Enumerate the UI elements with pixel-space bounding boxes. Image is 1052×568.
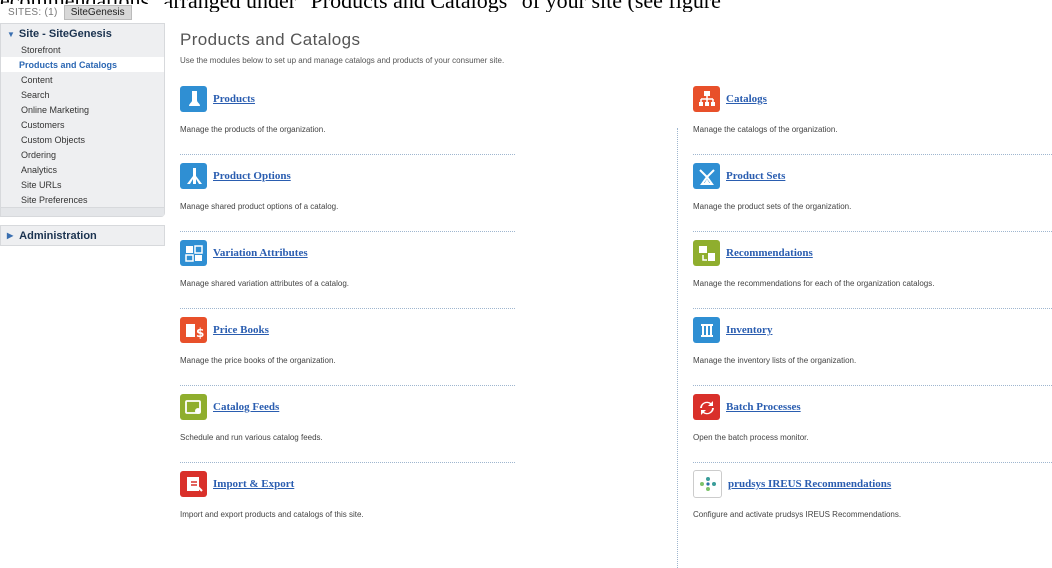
site-selector[interactable]: SiteGenesis: [63, 5, 132, 20]
module-separator: [180, 462, 515, 463]
module-product-sets: Product Sets Manage the product sets of t…: [693, 161, 1052, 232]
main-content: Products and Catalogs Use the modules be…: [180, 30, 1052, 568]
module-link[interactable]: Catalog Feeds: [213, 401, 279, 413]
inventory-icon[interactable]: [693, 317, 720, 343]
module-separator: [180, 385, 515, 386]
module-catalogs: Catalogs Manage the catalogs of the organ…: [693, 84, 1052, 155]
sidebar-item-site-preferences[interactable]: Site Preferences: [1, 192, 164, 207]
module-description: Import and export products and catalogs …: [180, 510, 364, 519]
sidebar-item-analytics[interactable]: Analytics: [1, 162, 164, 177]
product-options-icon[interactable]: [180, 163, 207, 189]
catalogs-icon[interactable]: [693, 86, 720, 112]
module-separator: [180, 308, 515, 309]
module-description: Schedule and run various catalog feeds.: [180, 433, 323, 442]
module-separator: [693, 462, 1052, 463]
module-header: Variation Attributes: [180, 238, 515, 268]
module-link[interactable]: Variation Attributes: [213, 247, 308, 259]
administration-label: Administration: [19, 229, 97, 242]
triangle-down-icon: ▼: [7, 29, 15, 39]
module-link[interactable]: Batch Processes: [726, 401, 801, 413]
column-divider: [677, 128, 678, 568]
site-nav-block: ▼ Site - SiteGenesis Storefront Products …: [0, 23, 165, 217]
module-link[interactable]: Catalogs: [726, 93, 767, 105]
module-separator: [180, 154, 515, 155]
import-export-icon[interactable]: [180, 471, 207, 497]
products-icon[interactable]: [180, 86, 207, 112]
site-nav-header-label: Site - SiteGenesis: [18, 28, 112, 40]
module-batch-processes: Batch Processes Open the batch process mo…: [693, 392, 1052, 463]
module-products: Products Manage the products of the organ…: [180, 84, 515, 155]
nav-footer: [1, 207, 164, 216]
module-header: Batch Processes: [693, 392, 1052, 422]
page-subtitle: Use the modules below to set up and mana…: [180, 56, 505, 65]
sidebar-item-online-marketing[interactable]: Online Marketing: [1, 102, 164, 117]
module-description: Open the batch process monitor.: [693, 433, 809, 442]
sidebar-item-content[interactable]: Content: [1, 72, 164, 87]
module-separator: [693, 385, 1052, 386]
module-header: $ Price Books: [180, 315, 515, 345]
variation-attributes-icon[interactable]: [180, 240, 207, 266]
sidebar-item-storefront[interactable]: Storefront: [1, 42, 164, 57]
module-column-right: Catalogs Manage the catalogs of the organ…: [693, 78, 1052, 540]
module-price-books: $ Price Books Manage the price books of th…: [180, 315, 515, 386]
module-header: Inventory: [693, 315, 1052, 345]
batch-processes-icon[interactable]: [693, 394, 720, 420]
site-nav-header[interactable]: ▼ Site - SiteGenesis: [1, 24, 164, 42]
module-description: Manage shared product options of a catal…: [180, 202, 339, 211]
module-header: Recommendations: [693, 238, 1052, 268]
module-link[interactable]: Products: [213, 93, 255, 105]
module-catalog-feeds: Catalog Feeds Schedule and run various ca…: [180, 392, 515, 463]
module-header: Products: [180, 84, 515, 114]
module-separator: [180, 231, 515, 232]
module-link[interactable]: Product Sets: [726, 170, 785, 182]
administration-nav-header[interactable]: ▶ Administration: [0, 225, 165, 246]
module-import-export: Import & Export Import and export product…: [180, 469, 515, 540]
price-books-icon[interactable]: $: [180, 317, 207, 343]
module-description: Manage the price books of the organizati…: [180, 356, 336, 365]
module-inventory: Inventory Manage the inventory lists of t…: [693, 315, 1052, 386]
sidebar-item-customers[interactable]: Customers: [1, 117, 164, 132]
prudsys-icon[interactable]: [693, 470, 722, 498]
page-title: Products and Catalogs: [180, 30, 361, 49]
module-separator: [693, 154, 1052, 155]
module-header: Catalogs: [693, 84, 1052, 114]
module-description: Manage shared variation attributes of a …: [180, 279, 349, 288]
module-description: Manage the recommendations for each of t…: [693, 279, 935, 288]
recommendations-icon[interactable]: [693, 240, 720, 266]
triangle-right-icon: ▶: [7, 231, 14, 240]
module-prudsys-ireus-recommendations: prudsys IREUS Recommendations Configure a…: [693, 469, 1052, 540]
module-column-left: Products Manage the products of the organ…: [180, 78, 515, 540]
module-separator: [693, 308, 1052, 309]
product-sets-icon[interactable]: [693, 163, 720, 189]
module-description: Manage the products of the organization.: [180, 125, 326, 134]
module-product-options: Product Options Manage shared product opt…: [180, 161, 515, 232]
sidebar-item-custom-objects[interactable]: Custom Objects: [1, 132, 164, 147]
module-variation-attributes: Variation Attributes Manage shared variat…: [180, 238, 515, 309]
module-header: Catalog Feeds: [180, 392, 515, 422]
module-description: Manage the inventory lists of the organi…: [693, 356, 857, 365]
module-description: Manage the product sets of the organizat…: [693, 202, 852, 211]
module-description: Manage the catalogs of the organization.: [693, 125, 838, 134]
svg-text:$: $: [196, 326, 204, 340]
module-link[interactable]: Import & Export: [213, 478, 294, 490]
catalog-feeds-icon[interactable]: [180, 394, 207, 420]
module-header: Product Sets: [693, 161, 1052, 191]
sidebar-item-ordering[interactable]: Ordering: [1, 147, 164, 162]
sidebar-item-search[interactable]: Search: [1, 87, 164, 102]
module-link[interactable]: prudsys IREUS Recommendations: [728, 478, 891, 490]
module-description: Configure and activate prudsys IREUS Rec…: [693, 510, 902, 519]
sites-bar: SITES: (1) SiteGenesis: [0, 4, 170, 21]
sites-label: SITES: (1): [8, 7, 58, 18]
module-header: Product Options: [180, 161, 515, 191]
module-link[interactable]: Recommendations: [726, 247, 813, 259]
module-link[interactable]: Product Options: [213, 170, 291, 182]
module-separator: [693, 231, 1052, 232]
sidebar-item-products-and-catalogs[interactable]: Products and Catalogs: [1, 57, 164, 72]
module-link[interactable]: Price Books: [213, 324, 269, 336]
sidebar-item-site-urls[interactable]: Site URLs: [1, 177, 164, 192]
module-link[interactable]: Inventory: [726, 324, 772, 336]
module-recommendations: Recommendations Manage the recommendation…: [693, 238, 1052, 309]
sidebar: ▼ Site - SiteGenesis Storefront Products …: [0, 23, 165, 246]
